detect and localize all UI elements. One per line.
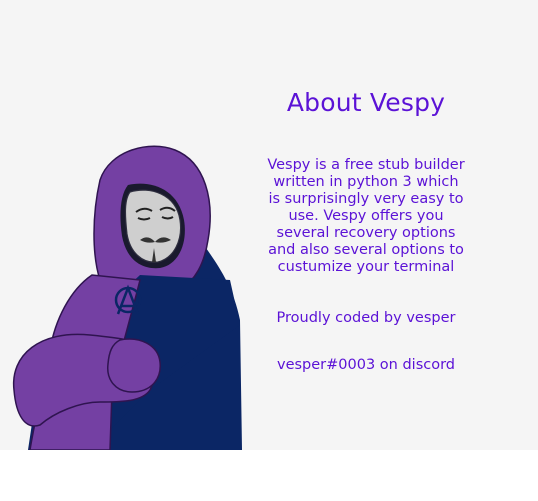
about-panel: About Vespy Vespy is a free stub builder… xyxy=(0,0,538,450)
author-credit: Proudly coded by vesper xyxy=(276,310,456,326)
fist-shape xyxy=(107,338,161,393)
discord-contact: vesper#0003 on discord xyxy=(276,357,455,373)
about-description: Vespy is a free stub builder written in … xyxy=(267,157,465,275)
about-content: About Vespy Vespy is a free stub builder… xyxy=(266,86,466,374)
hooded-figure-illustration xyxy=(12,145,242,450)
page-title: About Vespy xyxy=(286,88,446,117)
